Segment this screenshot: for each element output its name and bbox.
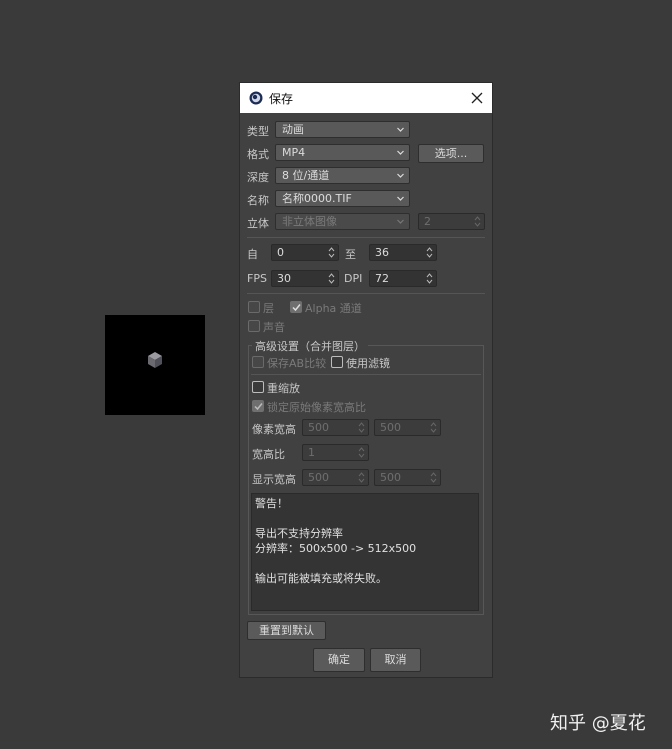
- warning-line: 警告！: [255, 497, 288, 510]
- from-value: 0: [277, 246, 284, 259]
- use-filter-checkbox[interactable]: [331, 356, 343, 368]
- resize-label: 重缩放: [267, 382, 300, 395]
- spin-arrows-icon[interactable]: [426, 246, 433, 259]
- spin-arrows-icon[interactable]: [328, 246, 335, 259]
- display-width-value: 500: [308, 471, 329, 484]
- from-field[interactable]: 0: [271, 244, 339, 261]
- dialog-titlebar: 保存: [240, 83, 492, 113]
- to-value: 36: [375, 246, 389, 259]
- stereo-count-value: 2: [424, 215, 431, 228]
- chevron-down-icon: [397, 219, 404, 224]
- render-preview: [105, 315, 205, 415]
- warning-line: 导出不支持分辨率: [255, 527, 343, 540]
- alpha-checkbox[interactable]: [290, 301, 302, 313]
- chevron-down-icon: [397, 150, 404, 155]
- dialog-title: 保存: [269, 92, 294, 106]
- display-size-label: 显示宽高: [252, 473, 296, 486]
- advanced-settings-title: 高级设置（合并图层）: [252, 338, 368, 354]
- options-button[interactable]: 选项...: [418, 144, 484, 163]
- save-dialog: 保存 类型 动画 格式 MP4 选项... 深度 8 位/通道 名称 名称000…: [239, 82, 493, 678]
- chevron-down-icon: [397, 173, 404, 178]
- pixel-size-label: 像素宽高: [252, 423, 296, 436]
- name-label: 名称: [247, 194, 269, 207]
- display-height-field: 500: [374, 469, 441, 486]
- warning-line: 输出可能被填充或将失败。: [255, 572, 387, 585]
- pixel-width-value: 500: [308, 421, 329, 434]
- checkmark-icon: [254, 403, 263, 411]
- cancel-button[interactable]: 取消: [370, 648, 421, 672]
- name-select[interactable]: 名称0000.TIF: [275, 190, 410, 207]
- spin-arrows-icon: [358, 472, 365, 483]
- to-field[interactable]: 36: [369, 244, 437, 261]
- separator: [251, 374, 481, 375]
- warning-line: 分辨率：500x500 -> 512x500: [255, 542, 417, 555]
- stereo-value: 非立体图像: [282, 215, 337, 228]
- chevron-down-icon: [397, 127, 404, 132]
- alpha-label: Alpha 通道: [305, 302, 362, 315]
- fps-field[interactable]: 30: [271, 270, 339, 287]
- depth-select[interactable]: 8 位/通道: [275, 167, 410, 184]
- aspect-field: 1: [302, 444, 369, 461]
- resize-checkbox[interactable]: [252, 381, 264, 393]
- spin-arrows-icon[interactable]: [426, 272, 433, 285]
- type-select[interactable]: 动画: [275, 121, 410, 138]
- fps-value: 30: [277, 272, 291, 285]
- ok-button[interactable]: 确定: [313, 648, 365, 672]
- spin-arrows-icon: [430, 472, 437, 483]
- pixel-width-field: 500: [302, 419, 369, 436]
- checkmark-icon: [292, 304, 301, 312]
- format-value: MP4: [282, 146, 306, 159]
- type-label: 类型: [247, 125, 269, 138]
- use-filter-label: 使用滤镜: [346, 357, 390, 370]
- save-ab-checkbox[interactable]: [252, 356, 264, 368]
- lock-ratio-label: 锁定原始像素宽高比: [267, 401, 366, 414]
- type-value: 动画: [282, 123, 304, 136]
- fps-label: FPS: [247, 272, 267, 285]
- spin-arrows-icon[interactable]: [328, 272, 335, 285]
- dpi-value: 72: [375, 272, 389, 285]
- spin-arrows-icon: [358, 422, 365, 433]
- warning-line: [255, 556, 475, 571]
- chevron-down-icon: [397, 196, 404, 201]
- close-icon[interactable]: [469, 90, 485, 106]
- display-height-value: 500: [380, 471, 401, 484]
- spin-arrows-icon: [430, 422, 437, 433]
- separator: [247, 237, 485, 238]
- layers-checkbox[interactable]: [248, 301, 260, 313]
- pixel-height-field: 500: [374, 419, 441, 436]
- reset-defaults-button[interactable]: 重置到默认: [247, 621, 326, 640]
- cinema4d-icon: [249, 91, 263, 105]
- stereo-label: 立体: [247, 217, 269, 230]
- layers-label: 层: [263, 302, 274, 315]
- aspect-value: 1: [308, 446, 315, 459]
- cube-icon: [148, 352, 162, 368]
- separator: [247, 293, 485, 294]
- sound-label: 声音: [263, 321, 285, 334]
- depth-value: 8 位/通道: [282, 169, 330, 182]
- spin-arrows-icon: [474, 216, 481, 227]
- depth-label: 深度: [247, 171, 269, 184]
- format-label: 格式: [247, 148, 269, 161]
- display-width-field: 500: [302, 469, 369, 486]
- warning-line: [255, 511, 475, 526]
- spin-arrows-icon: [358, 447, 365, 458]
- dpi-label: DPI: [344, 272, 363, 285]
- pixel-height-value: 500: [380, 421, 401, 434]
- to-label: 至: [345, 248, 356, 261]
- lock-ratio-checkbox[interactable]: [252, 400, 264, 412]
- stereo-count-field: 2: [418, 213, 485, 230]
- name-value: 名称0000.TIF: [282, 192, 352, 205]
- dpi-field[interactable]: 72: [369, 270, 437, 287]
- warning-textbox: 警告！ 导出不支持分辨率 分辨率：500x500 -> 512x500 输出可能…: [251, 493, 479, 611]
- sound-checkbox[interactable]: [248, 320, 260, 332]
- aspect-label: 宽高比: [252, 448, 285, 461]
- stereo-select: 非立体图像: [275, 213, 410, 230]
- from-label: 自: [247, 248, 258, 261]
- format-select[interactable]: MP4: [275, 144, 410, 161]
- watermark: 知乎 @夏花: [550, 713, 646, 734]
- save-ab-label: 保存AB比较: [267, 357, 327, 370]
